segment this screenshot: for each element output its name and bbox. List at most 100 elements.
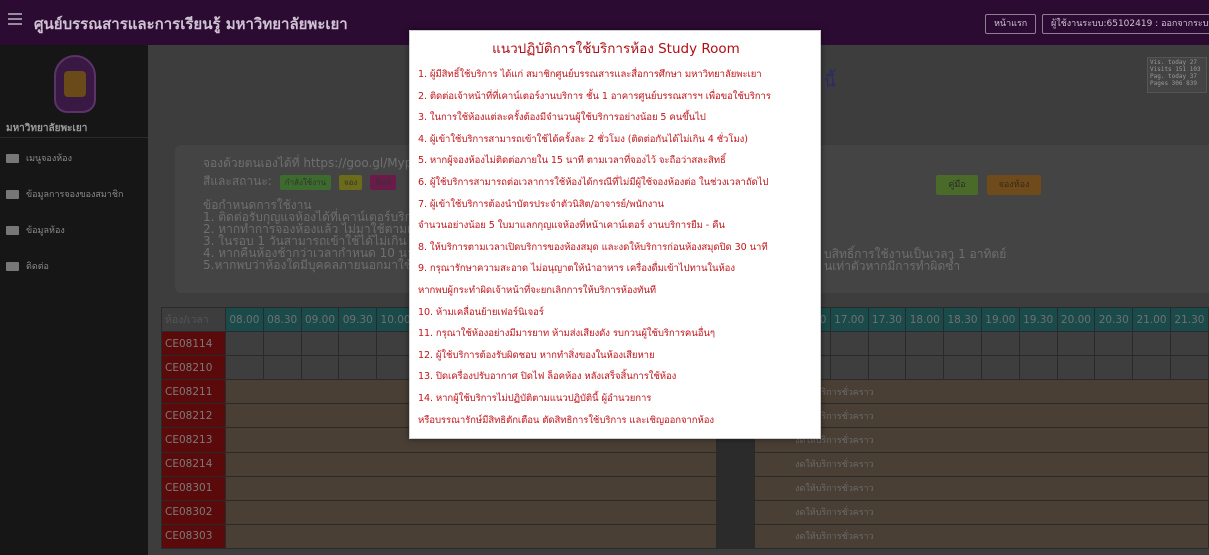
modal-rule-line: หากพบผู้กระทำผิดเจ้าหน้าที่จะยกเลิกการให… (418, 285, 657, 296)
gap-cell (716, 523, 756, 549)
time-header: 17.30 (867, 306, 907, 333)
time-slot-cell[interactable] (1018, 355, 1058, 381)
closed-status-label: งดให้บริการชั่วคราว (754, 379, 1209, 405)
modal-rule-line: 5. หากผู้จองห้องไม่ติดต่อภายใน 15 นาที ต… (418, 155, 726, 167)
status-chip-booked: จอง (338, 175, 363, 190)
time-slot-cell[interactable] (980, 355, 1020, 381)
time-slot-cell[interactable] (1094, 331, 1134, 357)
visitor-stats-widget: Vis. today 27 Visits 151 103 Pag. today … (1147, 57, 1207, 93)
sidebar-item-contact[interactable]: ติดต่อ (6, 257, 49, 275)
gap-cell (716, 499, 756, 525)
modal-rule-line: จำนวนอย่างน้อย 5 ใบมาแลกกุญแจห้องที่หน้า… (418, 220, 725, 232)
time-slot-cell[interactable] (1132, 355, 1171, 381)
book-room-button-label: จองห้อง (998, 180, 1030, 190)
time-header: 19.00 (980, 306, 1020, 333)
time-slot-cell[interactable] (262, 331, 302, 357)
table-row: CE08214 งดให้บริการชั่วคราว (161, 451, 1209, 477)
room-code-cell[interactable]: CE08301 (161, 475, 226, 501)
time-slot-cell[interactable] (225, 355, 264, 381)
modal-rule-line: 13. ปิดเครื่องปรับอากาศ ปิดไฟ ล็อคห้อง ห… (418, 371, 677, 383)
room-code-cell[interactable]: CE08214 (161, 451, 226, 477)
time-slot-cell[interactable] (905, 331, 945, 357)
time-header: 21.00 (1132, 306, 1171, 333)
time-slot-cell[interactable] (262, 355, 302, 381)
room-code-cell[interactable]: CE08213 (161, 427, 226, 453)
time-header: 21.30 (1169, 306, 1209, 333)
manual-button-label: คู่มือ (948, 180, 966, 190)
time-slot-cell[interactable] (225, 331, 264, 357)
modal-rule-line: 10. ห้ามเคลื่อนย้ายเฟอร์นิเจอร์ (418, 306, 544, 318)
closed-status-label: งดให้บริการชั่วคราว (754, 451, 1209, 477)
time-header: 20.00 (1056, 306, 1096, 333)
modal-rule-line: 8. ให้บริการตามเวลาเปิดบริการของห้องสมุด… (418, 241, 768, 253)
time-slot-cell[interactable] (867, 331, 907, 357)
time-slot-cell[interactable] (829, 331, 869, 357)
manual-button[interactable]: คู่มือ (936, 175, 978, 195)
table-row: CE08302 งดให้บริการชั่วคราว (161, 499, 1209, 525)
sidebar-item-member-bookings[interactable]: ข้อมูลการจองของสมาชิก (6, 185, 123, 203)
room-code-cell[interactable]: CE08302 (161, 499, 226, 525)
time-slot-cell[interactable] (338, 331, 378, 357)
room-code-cell[interactable]: CE08210 (161, 355, 226, 381)
home-button[interactable]: หน้าแรก (985, 14, 1037, 34)
study-room-rules-modal: แนวปฏิบัติการใช้บริการห้อง Study Room 1.… (409, 30, 821, 439)
book-icon (6, 189, 19, 199)
time-slot-cell[interactable] (980, 331, 1020, 357)
time-slot-cell[interactable] (905, 355, 945, 381)
time-slot-cell[interactable] (300, 331, 340, 357)
time-slot-cell[interactable] (829, 355, 869, 381)
time-slot-cell[interactable] (1169, 355, 1209, 381)
time-slot-cell[interactable] (300, 355, 340, 381)
time-header: 18.30 (943, 306, 982, 333)
sidebar-divider (0, 137, 148, 138)
room-code-cell[interactable]: CE08303 (161, 523, 226, 549)
modal-rule-line: 1. ผู้มีสิทธิ์ใช้บริการ ได้แก่ สมาชิกศูน… (418, 69, 762, 80)
status-chip-returned: คืนห้ (370, 175, 397, 190)
stat-line: Vis. today 27 (1150, 59, 1197, 66)
sidebar-item-room-info[interactable]: ข้อมูลห้อง (6, 221, 65, 239)
table-row: CE08303 งดให้บริการชั่วคราว (161, 523, 1209, 549)
room-time-header: ห้อง/เวลา (161, 306, 226, 333)
user-logout-button[interactable]: ผู้ใช้งานระบบ:65102419 : ออกจากระบบ (1042, 14, 1209, 34)
sidebar-item-label: ข้อมูลห้อง (26, 226, 65, 236)
time-slot-cell[interactable] (943, 331, 982, 357)
closed-slot-cell (224, 475, 718, 501)
time-slot-cell[interactable] (1169, 331, 1209, 357)
time-slot-cell[interactable] (1056, 331, 1096, 357)
room-code-cell[interactable]: CE08114 (161, 331, 226, 357)
app-title: ศูนย์บรรณสารและการเรียนรู้ มหาวิทยาลัยพะ… (34, 15, 348, 33)
time-slot-cell[interactable] (867, 355, 907, 381)
time-slot-cell[interactable] (338, 355, 378, 381)
folder-icon (6, 225, 19, 235)
time-slot-cell[interactable] (1056, 355, 1096, 381)
closed-status-label: งดให้บริการชั่วคราว (754, 475, 1209, 501)
closed-slot-cell (224, 451, 718, 477)
time-slot-cell[interactable] (1132, 331, 1171, 357)
modal-rule-line: 9. กรุณารักษาความสะอาด ไม่อนุญาตให้นำอาห… (418, 263, 735, 275)
room-code-cell[interactable]: CE08212 (161, 403, 226, 429)
university-logo-icon (54, 55, 96, 113)
booking-link-text: จองด้วยตนเองได้ที่ https://goo.gl/Mypo (203, 156, 420, 170)
hamburger-menu-icon[interactable] (8, 13, 22, 25)
closed-status-label: งดให้บริการชั่วคราว (754, 499, 1209, 525)
sidebar-item-label: เมนูจองห้อง (26, 154, 72, 164)
time-slot-cell[interactable] (1094, 355, 1134, 381)
page-heading: นี้ (824, 72, 836, 92)
time-header: 08.00 (225, 306, 264, 333)
stat-line: Pag. today 37 (1150, 73, 1197, 80)
time-header: 09.00 (300, 306, 340, 333)
modal-rule-line: 12. ผู้ใช้บริการต้องรับผิดชอบ หากทำสิ่งข… (418, 349, 655, 361)
sidebar-item-label: ติดต่อ (26, 262, 49, 272)
closed-status-label: งดให้บริการชั่วคราว (754, 403, 1209, 429)
sidebar-item-booking-menu[interactable]: เมนูจองห้อง (6, 149, 72, 167)
time-slot-cell[interactable] (1018, 331, 1058, 357)
time-slot-cell[interactable] (943, 355, 982, 381)
table-row: CE08301 งดให้บริการชั่วคราว (161, 475, 1209, 501)
time-header: 17.00 (829, 306, 869, 333)
time-header: 20.30 (1094, 306, 1134, 333)
gap-cell (716, 451, 756, 477)
book-room-button[interactable]: จองห้อง (987, 175, 1041, 195)
modal-rule-line: 7. ผู้เข้าใช้บริการต้องนำบัตรประจำตัวนิส… (418, 198, 664, 210)
room-code-cell[interactable]: CE08211 (161, 379, 226, 405)
stat-line: Pages 306 839 (1150, 80, 1197, 87)
